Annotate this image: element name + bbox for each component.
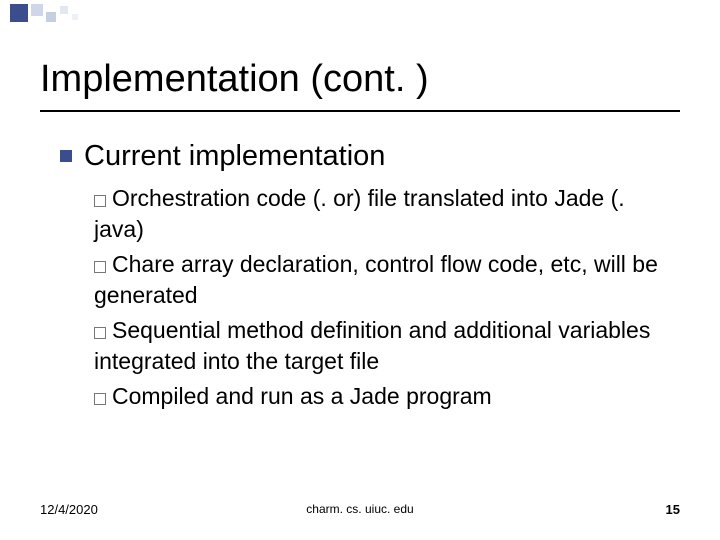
bullet-level2: Compiled and run as a Jade program	[94, 381, 680, 412]
bullet-level2: Sequential method definition and additio…	[94, 315, 680, 377]
bullet-level1: Current implementation	[60, 140, 680, 173]
slide-title: Implementation (cont. )	[40, 58, 429, 101]
square-icon	[72, 14, 78, 20]
square-icon	[60, 6, 68, 14]
square-icon	[46, 12, 56, 22]
page-number: 15	[666, 502, 680, 517]
square-icon	[10, 4, 28, 22]
level2-lead: Sequential	[112, 317, 221, 343]
level2-lead: Orchestration	[112, 185, 250, 211]
level2-lead: Chare	[112, 251, 175, 277]
square-icon	[31, 4, 43, 16]
hollow-square-icon	[94, 327, 106, 339]
level1-text: Current implementation	[84, 140, 385, 173]
corner-decoration	[0, 0, 720, 28]
slide-body: Current implementation Orchestration cod…	[60, 140, 680, 416]
hollow-square-icon	[94, 393, 106, 405]
title-rule	[40, 110, 680, 112]
square-bullet-icon	[60, 150, 72, 162]
bullet-level2: Orchestration code (. or) file translate…	[94, 183, 680, 245]
level2-rest: and run as a Jade program	[209, 383, 492, 409]
hollow-square-icon	[94, 261, 106, 273]
level2-lead: Compiled	[112, 383, 209, 409]
hollow-square-icon	[94, 195, 106, 207]
footer: 12/4/2020 charm. cs. uiuc. edu 15	[0, 502, 720, 522]
bullet-level2: Chare array declaration, control flow co…	[94, 249, 680, 311]
slide: Implementation (cont. ) Current implemen…	[0, 0, 720, 540]
footer-url: charm. cs. uiuc. edu	[0, 502, 720, 516]
level2-rest: array declaration, control flow code, et…	[94, 251, 658, 308]
